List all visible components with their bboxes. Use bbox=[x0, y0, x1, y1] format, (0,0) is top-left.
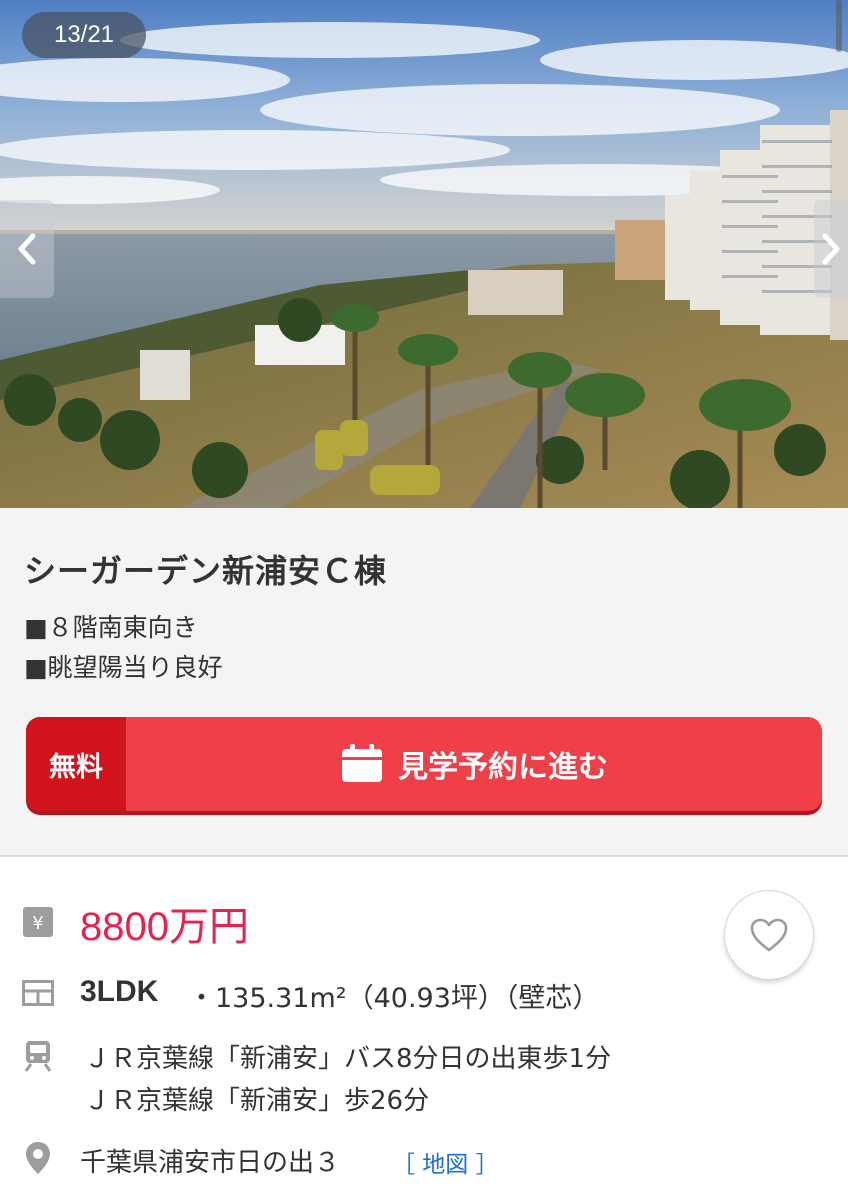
tour-reservation-label-group: 見学予約に進む bbox=[126, 717, 822, 811]
calendar-icon bbox=[342, 744, 382, 782]
heart-icon bbox=[750, 918, 788, 952]
svg-text:¥: ¥ bbox=[32, 913, 43, 934]
previous-photo-button[interactable] bbox=[0, 200, 54, 298]
feature-view-sunlight: ■眺望陽当り良好 bbox=[24, 653, 223, 682]
floor-area: ・135.31m²（40.93坪）（壁芯） bbox=[188, 983, 600, 1014]
access-route-1: ＪＲ京葉線「新浦安」バス8分日の出東歩1分 bbox=[84, 1044, 612, 1074]
train-icon bbox=[22, 1040, 54, 1072]
feature-floor-orientation: ■８階南東向き bbox=[24, 613, 198, 642]
address: 千葉県浦安市日の出３ bbox=[80, 1148, 341, 1178]
chevron-left-icon bbox=[18, 233, 36, 265]
photo-carousel[interactable]: 13/21 bbox=[0, 0, 848, 508]
property-title: シーガーデン新浦安Ｃ棟 bbox=[24, 552, 388, 590]
map-link[interactable]: ［ 地図 ］ bbox=[392, 1145, 499, 1179]
free-badge: 無料 bbox=[26, 717, 126, 811]
photo-counter: 13/21 bbox=[22, 12, 146, 58]
chevron-right-icon bbox=[822, 233, 840, 265]
access-route-2: ＪＲ京葉線「新浦安」歩26分 bbox=[84, 1086, 430, 1116]
section-divider bbox=[0, 855, 848, 857]
yen-icon: ¥ bbox=[22, 906, 54, 938]
tour-reservation-button[interactable]: 無料 見学予約に進む bbox=[26, 717, 822, 811]
favorite-button[interactable] bbox=[724, 890, 814, 980]
next-photo-button[interactable] bbox=[814, 200, 848, 298]
listing-summary: シーガーデン新浦安Ｃ棟 ■８階南東向き ■眺望陽当り良好 無料 見学予約に進む bbox=[0, 508, 848, 856]
price: 8800万円 bbox=[80, 905, 249, 949]
floor-layout: 3LDK bbox=[80, 975, 159, 1008]
tour-reservation-label: 見学予約に進む bbox=[398, 750, 608, 785]
page-scrollbar[interactable] bbox=[836, 0, 842, 52]
location-pin-icon bbox=[22, 1142, 54, 1174]
floorplan-icon bbox=[22, 977, 54, 1009]
property-view-photo bbox=[0, 0, 848, 508]
